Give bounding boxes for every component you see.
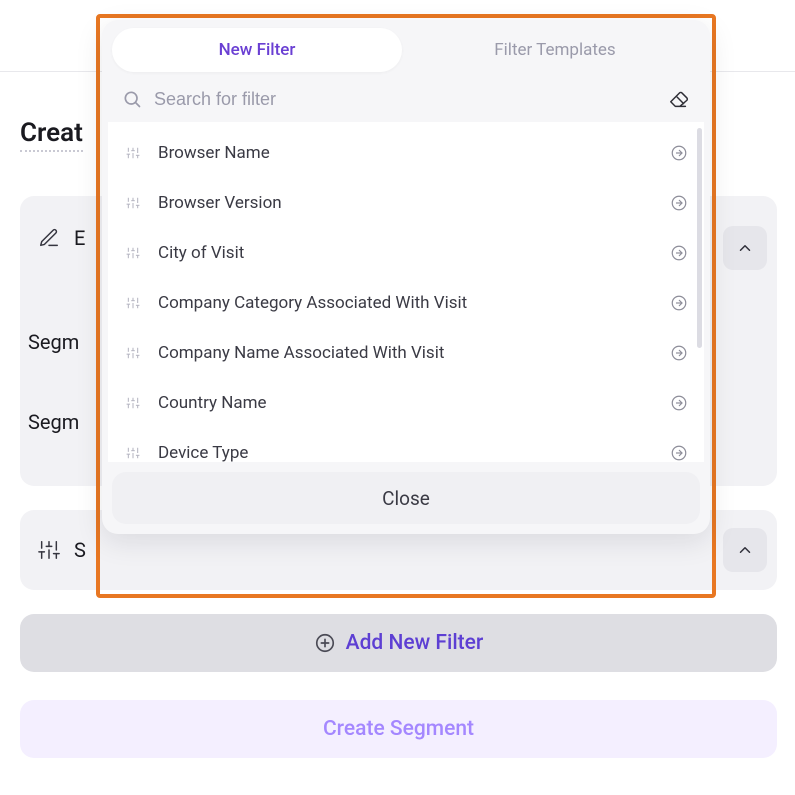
filter-option-label: Browser Version xyxy=(158,193,670,213)
tab-filter-templates[interactable]: Filter Templates xyxy=(410,28,700,72)
filter-option-label: Device Type xyxy=(158,443,670,462)
edit-row-label: E xyxy=(74,226,85,250)
add-new-filter-button[interactable]: Add New Filter xyxy=(20,614,777,672)
filter-list-container: Browser Name Browser Version City of Vis… xyxy=(108,122,704,462)
scrollbar-thumb[interactable] xyxy=(697,128,702,348)
filter-option[interactable]: City of Visit xyxy=(112,228,700,278)
filter-search-row xyxy=(102,78,710,122)
arrow-right-circle-icon xyxy=(670,444,688,462)
collapse-toggle[interactable] xyxy=(723,226,767,270)
arrow-right-circle-icon xyxy=(670,144,688,162)
create-segment-label: Create Segment xyxy=(323,717,474,741)
filter-list: Browser Name Browser Version City of Vis… xyxy=(108,122,704,462)
filter-option[interactable]: Device Type xyxy=(112,428,700,462)
filter-option[interactable]: Browser Version xyxy=(112,178,700,228)
filter-option[interactable]: Company Category Associated With Visit xyxy=(112,278,700,328)
segment-name-label: Segm xyxy=(28,330,79,354)
create-segment-button[interactable]: Create Segment xyxy=(20,700,777,758)
sliders-icon xyxy=(122,446,144,460)
close-button[interactable]: Close xyxy=(112,472,700,524)
collapse-toggle-2[interactable] xyxy=(723,528,767,572)
sliders-icon xyxy=(122,346,144,360)
add-new-filter-label: Add New Filter xyxy=(346,631,484,655)
sliders-icon xyxy=(122,246,144,260)
filter-picker-modal: New Filter Filter Templates Browser Name… xyxy=(102,20,710,534)
arrow-right-circle-icon xyxy=(670,344,688,362)
segment-desc-label: Segm xyxy=(28,410,79,434)
chevron-up-icon xyxy=(736,541,754,559)
plus-circle-icon xyxy=(314,632,336,654)
filter-option[interactable]: Browser Name xyxy=(112,128,700,178)
chevron-up-icon xyxy=(736,239,754,257)
search-icon xyxy=(122,89,142,109)
sliders-icon xyxy=(122,296,144,310)
arrow-right-circle-icon xyxy=(670,394,688,412)
arrow-right-circle-icon xyxy=(670,244,688,262)
filter-option-label: Company Category Associated With Visit xyxy=(158,293,670,313)
sliders-icon xyxy=(122,146,144,160)
filter-option-label: Country Name xyxy=(158,393,670,413)
arrow-right-circle-icon xyxy=(670,294,688,312)
tab-new-filter[interactable]: New Filter xyxy=(112,28,402,72)
sliders-icon xyxy=(122,196,144,210)
filter-option[interactable]: Company Name Associated With Visit xyxy=(112,328,700,378)
search-input[interactable] xyxy=(154,89,656,110)
page-title: Creat xyxy=(20,118,83,152)
arrow-right-circle-icon xyxy=(670,194,688,212)
filter-option-label: City of Visit xyxy=(158,243,670,263)
sliders-icon xyxy=(38,539,60,561)
modal-tabs: New Filter Filter Templates xyxy=(102,20,710,78)
edit-segment-row[interactable]: E xyxy=(38,226,85,250)
filter-option[interactable]: Country Name xyxy=(112,378,700,428)
filter-option-label: Browser Name xyxy=(158,143,670,163)
pencil-icon xyxy=(38,227,60,249)
filter-option-label: Company Name Associated With Visit xyxy=(158,343,670,363)
sliders-icon xyxy=(122,396,144,410)
filters-row-label: S xyxy=(74,538,86,562)
segment-filters-row[interactable]: S xyxy=(38,538,86,562)
eraser-icon[interactable] xyxy=(668,88,690,110)
